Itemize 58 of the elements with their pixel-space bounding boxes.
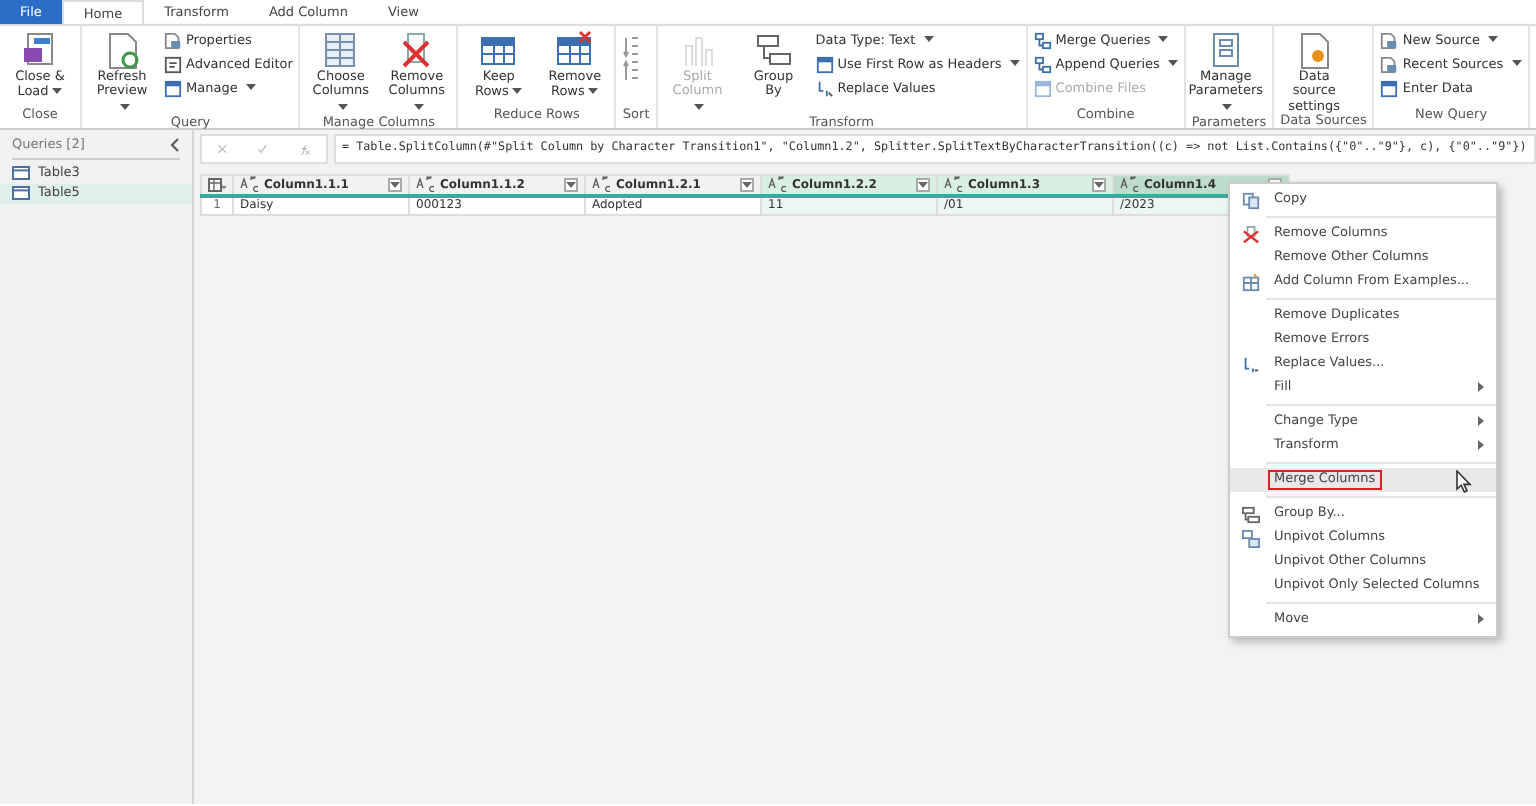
check-icon[interactable] xyxy=(258,142,268,156)
caret-icon xyxy=(413,103,424,110)
hierarchy-icon xyxy=(753,30,794,70)
text-type-icon xyxy=(944,176,964,193)
table-icon xyxy=(12,186,30,201)
replace-icon xyxy=(1241,355,1259,373)
text-type-icon xyxy=(1120,176,1140,193)
caret-icon xyxy=(1009,60,1020,67)
cursor-icon xyxy=(1456,470,1472,494)
caret-icon xyxy=(1488,36,1498,43)
submenu-arrow-icon xyxy=(1478,416,1484,427)
caret-icon xyxy=(588,88,599,95)
delete-column-icon xyxy=(1241,225,1259,243)
caret-icon xyxy=(1158,36,1169,43)
caret-icon xyxy=(52,88,63,95)
caret-icon xyxy=(694,103,705,110)
replace-icon xyxy=(815,80,834,98)
table-icon xyxy=(1241,529,1259,547)
table-icon xyxy=(1241,273,1259,291)
sort-ascending-icon[interactable] xyxy=(622,36,641,58)
document-icon xyxy=(164,56,182,74)
merge-icon xyxy=(1033,32,1052,50)
document-icon xyxy=(1380,32,1399,50)
text-type-icon xyxy=(592,176,612,193)
table-icon xyxy=(1380,80,1399,98)
submenu-arrow-icon xyxy=(1478,382,1484,393)
caret-icon xyxy=(923,36,934,43)
table-icon xyxy=(12,166,30,181)
dropdown-button[interactable] xyxy=(740,177,754,192)
merge-icon xyxy=(1033,56,1052,74)
sort-descending-icon[interactable] xyxy=(622,60,641,82)
text-type-icon xyxy=(416,176,436,193)
document-icon xyxy=(164,32,182,50)
table-icon xyxy=(320,30,361,70)
text-type-icon xyxy=(240,176,260,193)
dropdown-button[interactable] xyxy=(388,177,402,192)
caret-icon xyxy=(1167,60,1178,67)
table-menu-icon[interactable] xyxy=(208,177,226,192)
dropdown-button[interactable] xyxy=(1092,177,1106,192)
caret-icon xyxy=(512,88,523,95)
table-icon xyxy=(164,80,182,98)
table-icon xyxy=(554,30,595,70)
caret-icon xyxy=(337,103,348,110)
submenu-arrow-icon xyxy=(1478,440,1484,451)
caret-icon xyxy=(1222,103,1233,110)
document-icon xyxy=(1380,56,1399,74)
text-type-icon xyxy=(768,176,788,193)
caret-icon xyxy=(245,84,256,91)
caret-icon xyxy=(1511,60,1522,67)
caret-icon xyxy=(119,103,129,110)
table-icon xyxy=(1033,80,1052,98)
submenu-arrow-icon xyxy=(1478,614,1484,625)
collapse-icon[interactable] xyxy=(170,138,180,152)
hierarchy-icon xyxy=(1241,505,1259,523)
table-icon xyxy=(815,56,834,74)
dropdown-button[interactable] xyxy=(916,177,930,192)
copy-icon xyxy=(1241,191,1259,209)
dropdown-button[interactable] xyxy=(564,177,578,192)
